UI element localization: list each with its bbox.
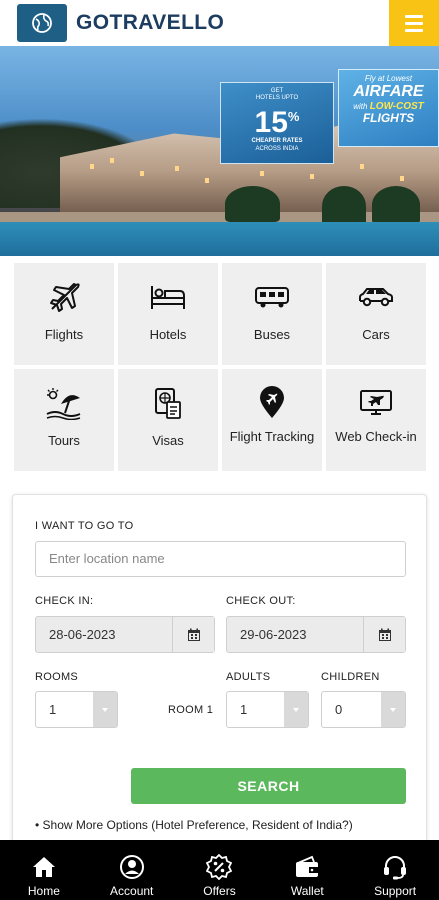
location-pin-plane-icon <box>252 384 292 422</box>
service-label: Flights <box>44 327 84 342</box>
wallet-icon <box>294 854 320 880</box>
service-flight-tracking[interactable]: Flight Tracking <box>222 369 322 471</box>
calendar-icon[interactable] <box>172 617 214 652</box>
nav-support[interactable]: Support <box>351 840 439 900</box>
service-label: Tours <box>48 433 80 448</box>
adults-label: ADULTS <box>226 671 271 683</box>
service-label: Flight Tracking <box>229 429 315 444</box>
promo-flights: Fly at Lowest AIRFARE with LOW-COST FLIG… <box>338 69 439 147</box>
service-hotels[interactable]: Hotels <box>118 263 218 365</box>
service-flights[interactable]: Flights <box>14 263 114 365</box>
service-tours[interactable]: Tours <box>14 369 114 471</box>
service-web-check-in[interactable]: Web Check-in <box>326 369 426 471</box>
brand-name: GOTRAVELLO <box>76 11 225 34</box>
service-label: Cars <box>362 327 390 342</box>
car-icon <box>356 278 396 316</box>
pool <box>0 222 439 256</box>
hamburger-icon <box>405 14 423 18</box>
logo[interactable] <box>17 4 67 42</box>
service-buses[interactable]: Buses <box>222 263 322 365</box>
children-label: CHILDREN <box>321 671 380 683</box>
chevron-down-icon <box>284 692 308 727</box>
hero-banner[interactable]: GET HOTELS UPTO 15% CHEAPER RATES ACROSS … <box>0 46 439 256</box>
globe-icon <box>32 13 52 33</box>
monitor-plane-icon <box>356 384 396 422</box>
beach-umbrella-icon <box>44 384 84 422</box>
service-label: Visas <box>152 433 184 448</box>
rooms-label: ROOMS <box>35 671 79 683</box>
passport-icon <box>148 384 188 422</box>
calendar-icon[interactable] <box>363 617 405 652</box>
show-more-options-link[interactable]: • Show More Options (Hotel Preference, R… <box>35 818 353 832</box>
checkout-value: 29-06-2023 <box>240 627 307 642</box>
bed-icon <box>148 278 188 316</box>
hotel-search-form: I WANT TO GO TO Enter location name CHEC… <box>12 494 427 854</box>
nav-wallet[interactable]: Wallet <box>263 840 351 900</box>
service-label: Buses <box>253 327 291 342</box>
rooms-select[interactable]: 1 <box>35 691 118 728</box>
discount-icon <box>206 854 233 880</box>
room-1-label: ROOM 1 <box>168 704 214 716</box>
nav-home[interactable]: Home <box>0 840 88 900</box>
checkin-value: 28-06-2023 <box>49 627 116 642</box>
children-select[interactable]: 0 <box>321 691 406 728</box>
search-button[interactable]: SEARCH <box>131 768 406 804</box>
destination-input[interactable]: Enter location name <box>35 541 406 577</box>
nav-offers[interactable]: Offers <box>176 840 264 900</box>
headset-icon <box>382 854 408 880</box>
bottom-navigation: Home Account Offers Wallet Support <box>0 840 439 900</box>
chevron-down-icon <box>93 692 117 727</box>
service-label: Web Check-in <box>335 429 417 444</box>
service-label: Hotels <box>149 327 187 342</box>
nav-account[interactable]: Account <box>88 840 176 900</box>
checkout-label: CHECK OUT: <box>226 595 296 607</box>
service-cars[interactable]: Cars <box>326 263 426 365</box>
promo-hotels: GET HOTELS UPTO 15% CHEAPER RATES ACROSS … <box>220 82 334 164</box>
checkout-field[interactable]: 29-06-2023 <box>226 616 406 653</box>
airplane-icon <box>44 278 84 316</box>
checkin-label: CHECK IN: <box>35 595 94 607</box>
checkin-field[interactable]: 28-06-2023 <box>35 616 215 653</box>
menu-button[interactable] <box>389 0 439 46</box>
destination-label: I WANT TO GO TO <box>35 520 134 532</box>
chevron-down-icon <box>381 692 405 727</box>
user-icon <box>119 854 145 880</box>
bus-icon <box>252 278 292 316</box>
adults-select[interactable]: 1 <box>226 691 309 728</box>
app-header: GOTRAVELLO <box>0 0 439 46</box>
home-icon <box>31 854 57 880</box>
service-visas[interactable]: Visas <box>118 369 218 471</box>
